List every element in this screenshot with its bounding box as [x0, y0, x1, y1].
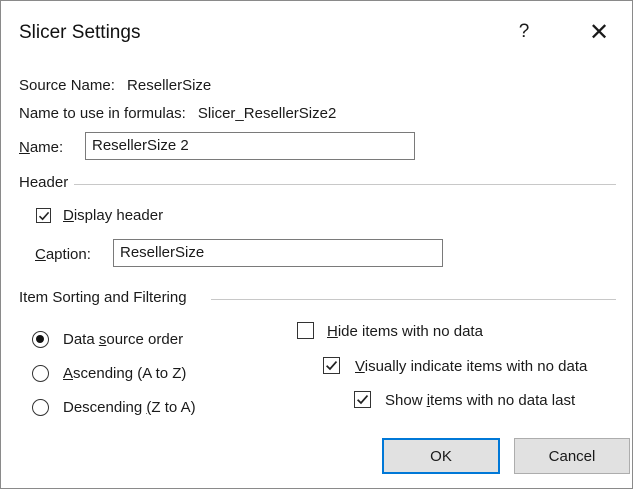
checkmark-icon [357, 395, 369, 405]
source-name-value: ResellerSize [127, 77, 212, 94]
caption-label: Caption: [35, 246, 91, 263]
help-button[interactable]: ? [509, 15, 539, 49]
sorting-group-divider [211, 299, 616, 300]
source-name-label: Source Name: [19, 77, 115, 94]
close-icon: ✕ [588, 18, 610, 46]
formula-name-value: Slicer_ResellerSize2 [197, 105, 337, 122]
header-group-divider [71, 184, 616, 185]
hide-items-no-data-checkbox[interactable] [297, 322, 314, 339]
source-name-row: Source Name: ResellerSize [19, 77, 211, 94]
checkmark-icon [38, 211, 50, 221]
display-header-checkbox[interactable] [36, 208, 51, 223]
visually-indicate-checkbox[interactable] [323, 357, 340, 374]
caption-input[interactable]: ResellerSize [113, 239, 443, 267]
radio-descending-label: Descending (Z to A) [63, 399, 196, 416]
title-bar: Slicer Settings ? ✕ [1, 1, 632, 63]
radio-data-source-order-label: Data source order [63, 331, 184, 348]
sorting-group-title: Item Sorting and Filtering [19, 289, 193, 306]
display-header-label: Display header [63, 207, 164, 224]
formula-name-label: Name to use in formulas: [19, 105, 186, 122]
radio-ascending[interactable] [32, 365, 49, 382]
hide-items-no-data-label: Hide items with no data [327, 323, 483, 340]
show-items-last-label: Show items with no data last [385, 392, 576, 409]
visually-indicate-label: Visually indicate items with no data [355, 358, 588, 375]
name-label: Name: [19, 139, 64, 156]
close-button[interactable]: ✕ [579, 14, 619, 50]
radio-data-source-order[interactable] [32, 331, 49, 348]
dialog-title: Slicer Settings [19, 22, 141, 43]
radio-descending[interactable] [32, 399, 49, 416]
slicer-settings-dialog: Slicer Settings ? ✕ Source Name: Reselle… [0, 0, 633, 489]
formula-name-row: Name to use in formulas: Slicer_Reseller… [19, 105, 336, 122]
show-items-last-checkbox[interactable] [354, 391, 371, 408]
checkmark-icon [326, 361, 338, 371]
ok-button[interactable]: OK [382, 438, 500, 474]
header-group-title: Header [19, 174, 75, 191]
cancel-button[interactable]: Cancel [514, 438, 630, 474]
radio-ascending-label: Ascending (A to Z) [63, 365, 187, 382]
name-input[interactable]: ResellerSize 2 [85, 132, 415, 160]
radio-selected-dot [36, 335, 44, 343]
help-icon: ? [518, 21, 530, 42]
